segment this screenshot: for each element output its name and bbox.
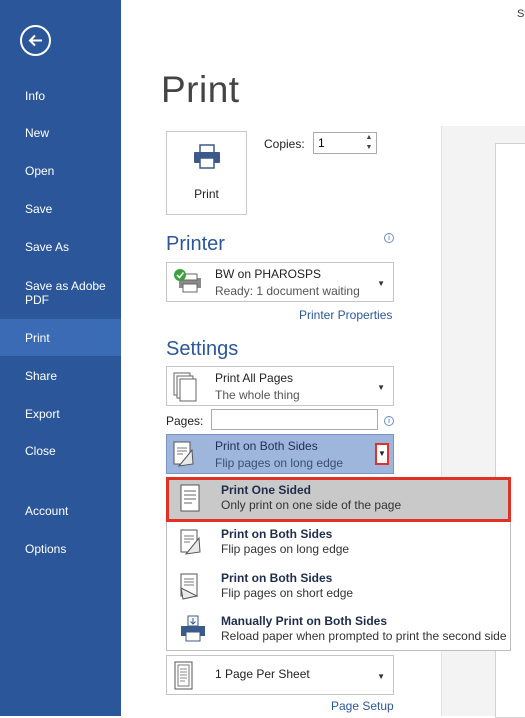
page-setup-link[interactable]: Page Setup <box>331 699 394 713</box>
sidebar-item-open[interactable]: Open <box>0 152 121 189</box>
sidebar-item-save-as-adobe-pdf[interactable]: Save as Adobe PDF <box>0 271 121 315</box>
menu-item-title: Print on Both Sides <box>221 571 333 585</box>
menu-item-print-one-sided[interactable]: Print One Sided Only print on one side o… <box>167 478 510 521</box>
menu-item-subtitle: Reload paper when prompted to print the … <box>221 629 507 643</box>
manual-duplex-printer-icon <box>181 615 205 642</box>
printer-status: Ready: 1 document waiting <box>215 284 360 298</box>
duplex-long-edge-icon <box>173 441 194 467</box>
menu-item-title: Manually Print on Both Sides <box>221 614 388 628</box>
sidebar-item-info[interactable]: Info <box>0 77 121 114</box>
printer-section-title: Printer <box>166 233 225 255</box>
info-icon[interactable]: i <box>384 416 394 426</box>
menu-item-both-sides-long-edge[interactable]: Print on Both Sides Flip pages on long e… <box>167 522 510 565</box>
duplex-short-edge-icon <box>180 573 199 600</box>
printer-name: BW on PHAROSPS <box>215 267 322 281</box>
pages-label: Pages: <box>166 414 204 428</box>
title-bar-text: St <box>517 8 525 20</box>
printer-ready-icon <box>174 269 201 293</box>
print-range-title: Print All Pages <box>215 371 294 385</box>
print-sides-title: Print on Both Sides <box>215 439 318 453</box>
print-range-dropdown[interactable]: Print All Pages The whole thing ▼ <box>166 366 394 406</box>
menu-item-title: Print on Both Sides <box>221 527 333 541</box>
menu-item-subtitle: Only print on one side of the page <box>221 498 402 512</box>
menu-item-title: Print One Sided <box>221 483 312 497</box>
sidebar-item-close[interactable]: Close <box>0 432 121 469</box>
page-title: Print <box>161 69 240 110</box>
single-page-icon <box>174 661 193 690</box>
print-button[interactable]: Print <box>166 131 247 215</box>
duplex-long-edge-icon <box>180 529 201 555</box>
one-sided-page-icon <box>180 484 200 512</box>
print-range-subtitle: The whole thing <box>215 388 300 402</box>
copies-input[interactable] <box>314 133 362 153</box>
dropdown-arrow-button[interactable]: ▼ <box>375 443 389 465</box>
copies-label: Copies: <box>264 137 305 151</box>
menu-item-both-sides-short-edge[interactable]: Print on Both Sides Flip pages on short … <box>167 566 510 609</box>
sidebar-item-options[interactable]: Options <box>0 530 121 567</box>
backstage-sidebar: Info New Open Save Save As Save as Adobe… <box>0 0 121 716</box>
printer-icon <box>194 144 220 169</box>
spin-up-icon[interactable]: ▲ <box>362 133 376 143</box>
pages-input[interactable] <box>211 409 378 430</box>
menu-item-manual-duplex[interactable]: Manually Print on Both Sides Reload pape… <box>167 609 510 652</box>
sidebar-item-account[interactable]: Account <box>0 492 121 529</box>
print-sides-dropdown[interactable]: Print on Both Sides Flip pages on long e… <box>166 434 394 474</box>
printer-dropdown[interactable]: BW on PHAROSPS Ready: 1 document waiting… <box>166 262 394 302</box>
sidebar-item-export[interactable]: Export <box>0 395 121 432</box>
copies-spin-buttons[interactable]: ▲ ▼ <box>362 133 376 153</box>
sidebar-item-share[interactable]: Share <box>0 357 121 394</box>
menu-item-subtitle: Flip pages on long edge <box>221 542 350 556</box>
pages-stack-icon <box>173 372 197 402</box>
info-icon[interactable]: i <box>384 233 394 243</box>
print-button-label: Print <box>194 187 219 201</box>
settings-section-title: Settings <box>166 338 239 360</box>
chevron-down-icon: ▼ <box>377 279 385 288</box>
sidebar-item-save[interactable]: Save <box>0 190 121 227</box>
spin-down-icon[interactable]: ▼ <box>362 143 376 153</box>
printer-properties-link[interactable]: Printer Properties <box>299 308 392 322</box>
menu-item-subtitle: Flip pages on short edge <box>221 586 354 600</box>
print-sides-menu: Print One Sided Only print on one side o… <box>166 477 511 651</box>
sidebar-item-save-as[interactable]: Save As <box>0 228 121 265</box>
print-sides-subtitle: Flip pages on long edge <box>215 456 344 470</box>
chevron-down-icon: ▼ <box>377 672 385 681</box>
sidebar-item-new[interactable]: New <box>0 114 121 151</box>
copies-spinner[interactable]: ▲ ▼ <box>313 132 377 154</box>
chevron-down-icon: ▼ <box>377 383 385 392</box>
sidebar-item-print[interactable]: Print <box>0 319 121 356</box>
back-arrow-icon[interactable] <box>20 25 51 56</box>
pages-per-sheet-dropdown[interactable]: 1 Page Per Sheet ▼ <box>166 655 394 695</box>
pages-per-sheet-title: 1 Page Per Sheet <box>215 667 310 681</box>
